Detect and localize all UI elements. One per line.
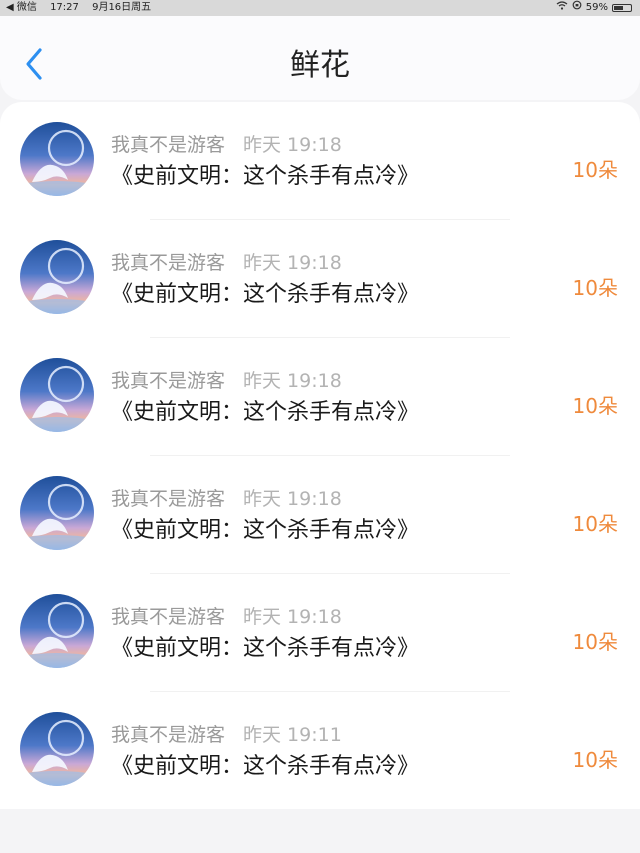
avatar[interactable] [20,240,94,314]
user-name: 我真不是游客 [111,606,226,628]
avatar[interactable] [20,712,94,786]
user-name: 我真不是游客 [111,488,226,510]
page-title: 鲜花 [290,48,350,83]
book-title: 《史前文明：这个杀手有点冷》 [111,282,420,307]
gift-meta: 我真不是游客 昨天 19:18 [111,130,342,157]
avatar[interactable] [20,476,94,550]
list-item[interactable]: 我真不是游客 昨天 19:18 《史前文明：这个杀手有点冷》 10朵 [0,102,640,220]
status-time: 17:27 [50,2,79,13]
book-title: 《史前文明：这个杀手有点冷》 [111,164,420,189]
status-bar: ◀ 微信 17:27 9月16日周五 59% [0,0,640,16]
gift-meta: 我真不是游客 昨天 19:11 [111,720,342,747]
gift-list: 我真不是游客 昨天 19:18 《史前文明：这个杀手有点冷》 10朵 我真不是游客… [0,102,640,809]
user-name: 我真不是游客 [111,134,226,156]
flower-count: 10朵 [572,512,618,536]
flower-count: 10朵 [572,394,618,418]
list-item[interactable]: 我真不是游客 昨天 19:11 《史前文明：这个杀手有点冷》 10朵 [0,692,640,810]
list-item[interactable]: 我真不是游客 昨天 19:18 《史前文明：这个杀手有点冷》 10朵 [0,574,640,692]
flower-count: 10朵 [572,748,618,772]
gift-meta: 我真不是游客 昨天 19:18 [111,602,342,629]
status-date: 9月16日周五 [92,2,152,13]
user-name: 我真不是游客 [111,724,226,746]
book-title: 《史前文明：这个杀手有点冷》 [111,400,420,425]
book-title: 《史前文明：这个杀手有点冷》 [111,754,420,779]
book-title: 《史前文明：这个杀手有点冷》 [111,636,420,661]
gift-time: 昨天 19:18 [243,252,342,274]
gift-time: 昨天 19:11 [243,724,342,746]
back-to-app-link[interactable]: ◀ 微信 [6,2,37,13]
gift-time: 昨天 19:18 [243,370,342,392]
avatar[interactable] [20,358,94,432]
gift-meta: 我真不是游客 昨天 19:18 [111,484,342,511]
list-item[interactable]: 我真不是游客 昨天 19:18 《史前文明：这个杀手有点冷》 10朵 [0,220,640,338]
orientation-lock-icon [572,0,582,16]
battery-percent: 59% [585,2,608,13]
wifi-icon [556,0,568,16]
flower-count: 10朵 [572,158,618,182]
avatar[interactable] [20,594,94,668]
avatar[interactable] [20,122,94,196]
gift-time: 昨天 19:18 [243,134,342,156]
nav-bar: 鲜花 [0,16,640,100]
gift-time: 昨天 19:18 [243,488,342,510]
battery-icon [612,4,632,12]
list-item[interactable]: 我真不是游客 昨天 19:18 《史前文明：这个杀手有点冷》 10朵 [0,338,640,456]
book-title: 《史前文明：这个杀手有点冷》 [111,518,420,543]
gift-meta: 我真不是游客 昨天 19:18 [111,248,342,275]
gift-time: 昨天 19:18 [243,606,342,628]
status-left: ◀ 微信 17:27 9月16日周五 [6,0,161,16]
status-right: 59% [552,0,632,16]
flower-count: 10朵 [572,276,618,300]
user-name: 我真不是游客 [111,370,226,392]
user-name: 我真不是游客 [111,252,226,274]
gift-meta: 我真不是游客 昨天 19:18 [111,366,342,393]
list-item[interactable]: 我真不是游客 昨天 19:18 《史前文明：这个杀手有点冷》 10朵 [0,456,640,574]
flower-count: 10朵 [572,630,618,654]
